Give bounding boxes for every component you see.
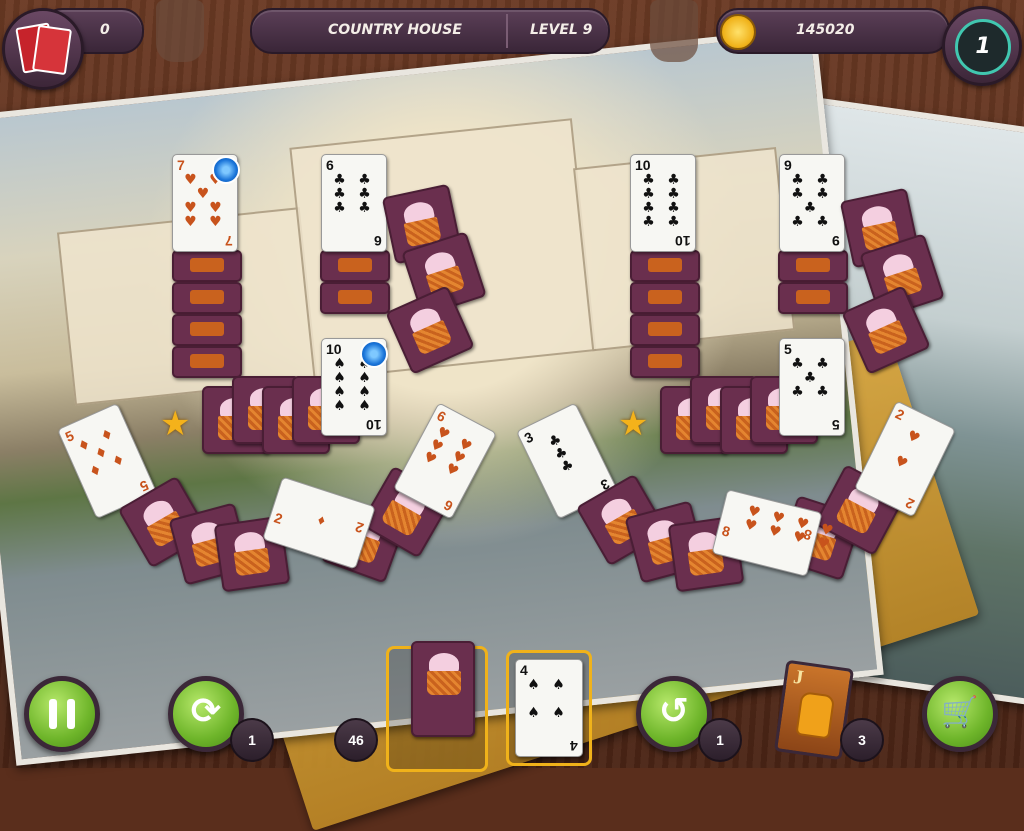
face-down-card xyxy=(630,282,700,314)
pause-icon-bar xyxy=(67,699,75,729)
card-rank: 4 xyxy=(520,662,528,678)
card-6-clubs[interactable]: 6 ♣ ♣ ♣ ♣ ♣ ♣ 6 xyxy=(321,154,387,252)
card-pips: ♣ ♣ ♣ ♣ ♣ ♣ ♣ xyxy=(791,172,833,230)
card-pips: ♣ ♣ ♣ ♣ ♣ ♣ xyxy=(333,172,375,216)
face-down-card xyxy=(630,250,700,282)
card-pips: ♣ ♣ ♣ ♣ ♣ xyxy=(791,356,833,400)
blue-bonus-token xyxy=(360,340,388,368)
red-card-icon-2 xyxy=(31,24,73,76)
undo-count: 1 xyxy=(698,718,742,762)
card-rank-bottom: 2 xyxy=(353,518,366,537)
card-rank-bottom: 10 xyxy=(675,233,691,249)
card-rank: 6 xyxy=(434,407,449,426)
puzzle-knob-left xyxy=(156,0,204,62)
card-rank-bottom: 5 xyxy=(832,417,840,433)
card-rank: 7 xyxy=(177,157,185,173)
card-pips: ♥ ♥ ♥ ♥ ♥ ♥ xyxy=(420,423,478,483)
joker-rank: J xyxy=(791,665,805,690)
card-deck-badge[interactable] xyxy=(2,8,84,90)
card-10-clubs[interactable]: 10 ♣ ♣ ♣ ♣ ♣ ♣ ♣ ♣ 10 xyxy=(630,154,696,252)
card-rank: 6 xyxy=(326,157,334,173)
card-pips: ♦ ♦ ♦ ♦ ♦ xyxy=(75,424,132,482)
card-rank-bottom: 2 xyxy=(902,494,918,513)
card-pips: ♥ ♥ ♥ ♥ ♥ ♥ ♥ ♥ xyxy=(742,502,839,554)
card-rank: 2 xyxy=(272,509,285,528)
joker-count: 3 xyxy=(840,718,884,762)
score-value: 0 xyxy=(100,22,110,38)
pause-icon xyxy=(49,699,57,729)
shopping-cart-icon: 🛒 xyxy=(941,695,979,730)
star-icon: ★ xyxy=(160,404,191,444)
card-pips: ♣ ♣ ♣ ♣ ♣ ♣ ♣ ♣ xyxy=(642,172,684,230)
card-rank-bottom: 4 xyxy=(570,738,578,754)
undo-icon: ↺ xyxy=(658,691,690,732)
player-level-value: 1 xyxy=(955,19,1011,75)
card-rank: 9 xyxy=(784,157,792,173)
panel-divider xyxy=(506,14,508,48)
star-icon: ★ xyxy=(618,404,649,444)
card-pips: ♣ ♣ ♣ xyxy=(545,429,581,477)
draw-pile-card[interactable] xyxy=(411,641,475,737)
shuffle-icon: ⟳ xyxy=(190,691,222,732)
coins-value: 145020 xyxy=(796,22,855,38)
card-pip: ♦ xyxy=(315,510,328,529)
draw-pile[interactable] xyxy=(386,641,488,772)
card-rank: 10 xyxy=(635,157,651,173)
blue-bonus-token xyxy=(212,156,240,184)
face-down-card xyxy=(172,282,242,314)
card-rank-bottom: 7 xyxy=(225,233,233,249)
level-panel: COUNTRY HOUSE LEVEL 9 xyxy=(250,8,610,54)
shuffle-count: 1 xyxy=(230,718,274,762)
location-name: COUNTRY HOUSE xyxy=(328,22,462,38)
shop-button[interactable]: 🛒 xyxy=(922,676,998,752)
card-pips: ♥ ♥ xyxy=(891,427,927,475)
card-4-spades[interactable]: 4 ♠ ♠ ♠ ♠ 4 xyxy=(515,659,583,757)
player-level-badge[interactable]: 1 xyxy=(942,6,1022,86)
face-down-card xyxy=(172,314,242,346)
oven-mitt-icon xyxy=(795,691,836,740)
card-rank-bottom: 10 xyxy=(366,417,382,433)
coins-panel: 145020 xyxy=(716,8,950,54)
waste-pile: 4 ♠ ♠ ♠ ♠ 4 xyxy=(506,650,592,766)
card-pips: ♠ ♠ ♠ ♠ xyxy=(527,677,569,721)
coin-icon xyxy=(720,14,756,50)
card-9-clubs[interactable]: 9 ♣ ♣ ♣ ♣ ♣ ♣ ♣ 9 xyxy=(779,154,845,252)
card-rank-bottom: 6 xyxy=(374,233,382,249)
puzzle-knob-right xyxy=(650,0,698,62)
face-down-card xyxy=(778,250,848,282)
card-rank: 5 xyxy=(784,341,792,357)
card-rank: 8 xyxy=(720,522,732,540)
pause-button[interactable] xyxy=(24,676,100,752)
face-down-card xyxy=(172,250,242,282)
face-down-card xyxy=(630,314,700,346)
face-down-card xyxy=(320,250,390,282)
card-rank: 10 xyxy=(326,341,342,357)
card-rank: 2 xyxy=(892,405,908,424)
card-5-clubs[interactable]: 5 ♣ ♣ ♣ ♣ ♣ 5 xyxy=(779,338,845,436)
card-rank-bottom: 6 xyxy=(441,496,456,515)
face-down-card xyxy=(778,282,848,314)
face-down-card xyxy=(630,346,700,378)
face-down-card xyxy=(172,346,242,378)
face-down-card xyxy=(320,282,390,314)
card-rank-bottom: 9 xyxy=(832,233,840,249)
level-label: LEVEL 9 xyxy=(530,22,593,38)
deck-count: 46 xyxy=(334,718,378,762)
